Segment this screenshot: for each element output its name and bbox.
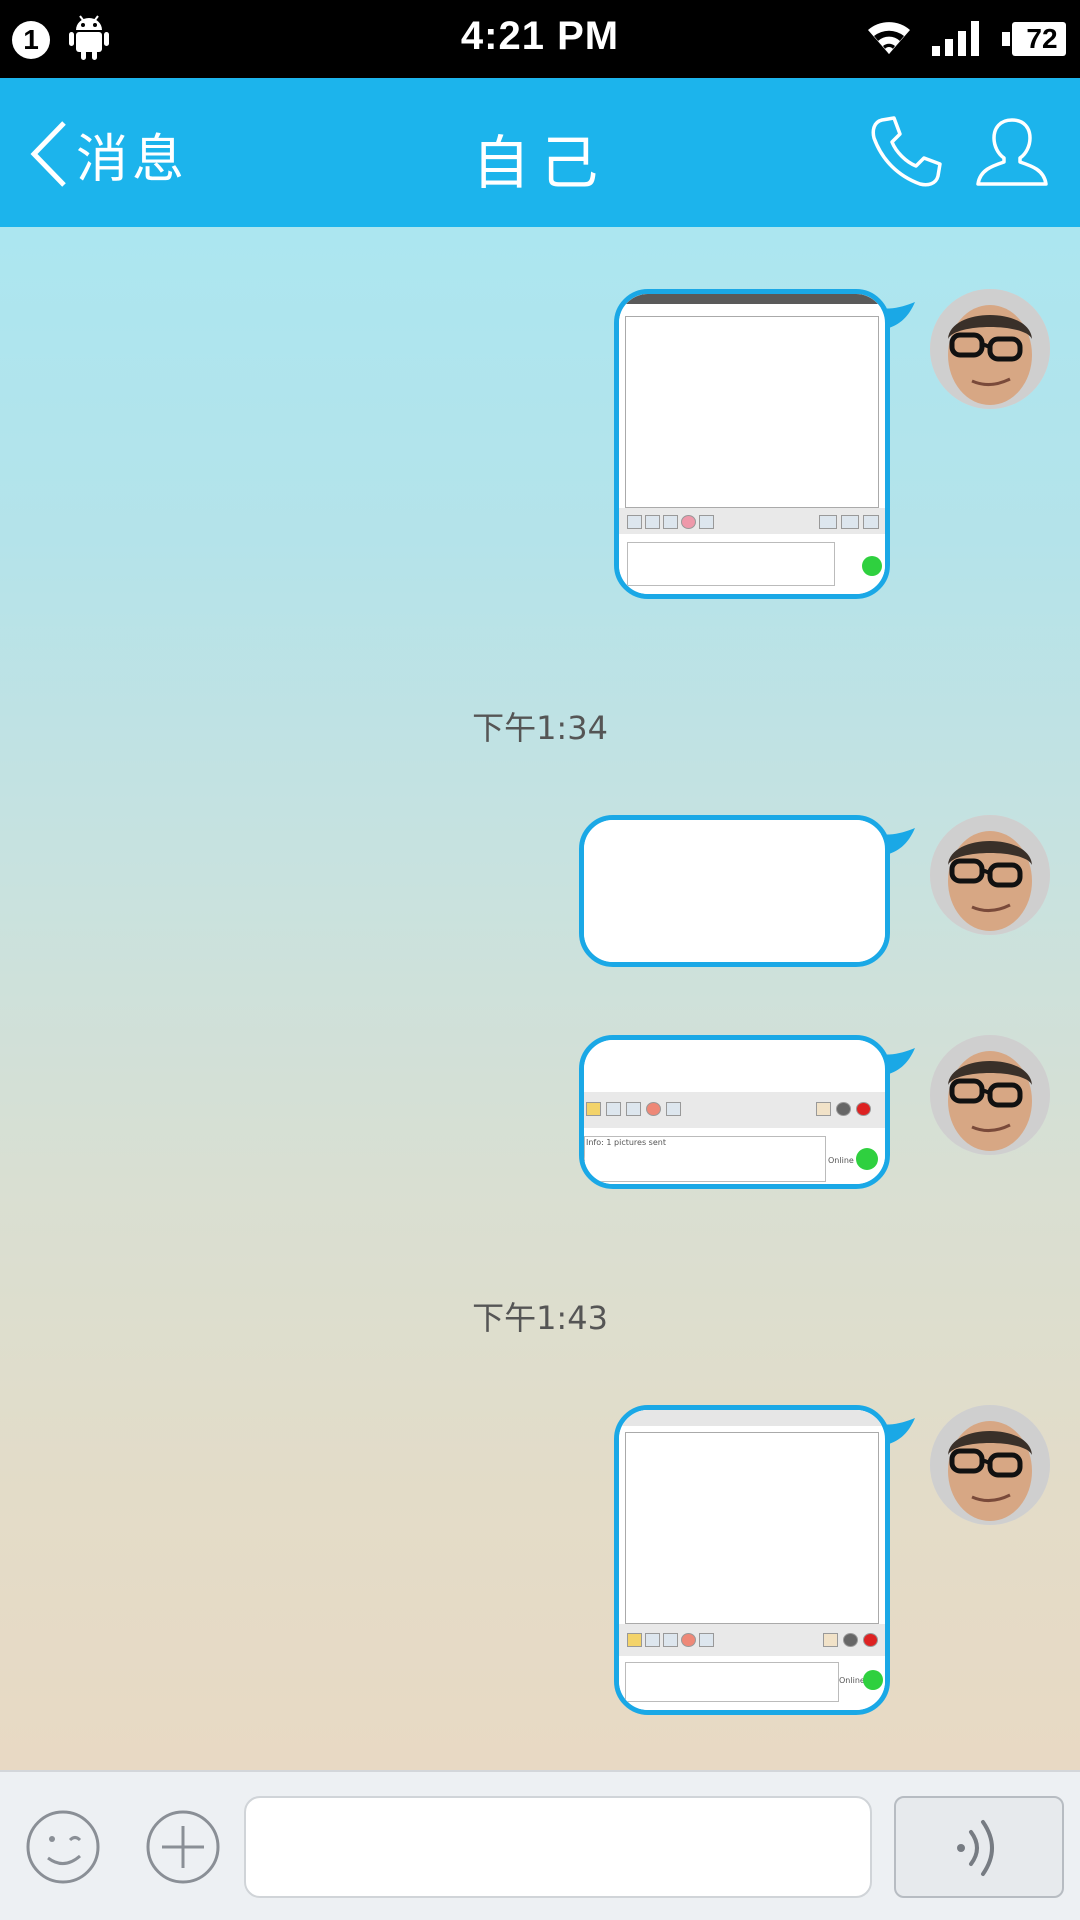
emoji-icon[interactable] <box>24 1808 102 1886</box>
avatar[interactable] <box>930 289 1050 409</box>
message-list[interactable]: 下午1:34 Info: 1 pictures sent Online 下午1:… <box>0 227 1080 1770</box>
image-message-bubble[interactable]: Info: 1 pictures sent Online <box>579 1035 915 1189</box>
avatar-face-image <box>930 1405 1050 1525</box>
thumbnail-info-text: Info: 1 pictures sent <box>586 1138 666 1147</box>
message-input[interactable] <box>244 1796 872 1898</box>
thumbnail-toolbar <box>584 1092 885 1128</box>
thumbnail-input <box>627 542 835 586</box>
phone-icon[interactable] <box>868 114 944 190</box>
status-time: 4:21 PM <box>460 14 620 58</box>
thumbnail-toolbar <box>619 508 885 534</box>
chat-header: 消息 自己 <box>0 78 1080 227</box>
thumbnail-toolbar <box>619 1624 885 1656</box>
screenshot-thumbnail: Info: 1 pictures sent Online <box>584 1040 885 1184</box>
message-timestamp: 下午1:34 <box>472 709 608 747</box>
plus-icon[interactable] <box>144 1808 222 1886</box>
wifi-icon <box>868 22 910 54</box>
avatar[interactable] <box>930 1035 1050 1155</box>
signal-icon <box>932 21 979 56</box>
avatar-face-image <box>930 1035 1050 1155</box>
screenshot-thumbnail <box>619 294 885 594</box>
blank-image-content <box>584 820 885 962</box>
thumbnail-titlebar <box>619 294 885 304</box>
screenshot-thumbnail: Online <box>619 1410 885 1710</box>
image-message-bubble[interactable] <box>614 289 915 599</box>
avatar[interactable] <box>930 1405 1050 1525</box>
thumbnail-body <box>625 1432 879 1624</box>
battery-level: 72 <box>1026 23 1058 54</box>
online-status-dot <box>856 1148 878 1170</box>
status-bar: 1 4:21 PM 72 <box>0 0 1080 78</box>
thumbnail-status-text: Online <box>828 1156 854 1165</box>
online-status-dot <box>863 1670 883 1690</box>
profile-icon[interactable] <box>974 114 1050 190</box>
input-bar <box>0 1770 1080 1920</box>
thumbnail-input <box>625 1662 839 1702</box>
avatar[interactable] <box>930 815 1050 935</box>
avatar-face-image <box>930 815 1050 935</box>
voice-icon <box>957 1820 994 1876</box>
image-message-bubble[interactable] <box>579 815 915 967</box>
online-status-dot <box>862 556 882 576</box>
voice-button[interactable] <box>894 1796 1064 1898</box>
image-message-bubble[interactable]: Online <box>614 1405 915 1715</box>
thumbnail-status-text: Online <box>839 1676 865 1685</box>
thumbnail-titlebar <box>619 1410 885 1426</box>
message-timestamp: 下午1:43 <box>472 1299 608 1337</box>
thumbnail-body <box>625 316 879 508</box>
avatar-face-image <box>930 289 1050 409</box>
